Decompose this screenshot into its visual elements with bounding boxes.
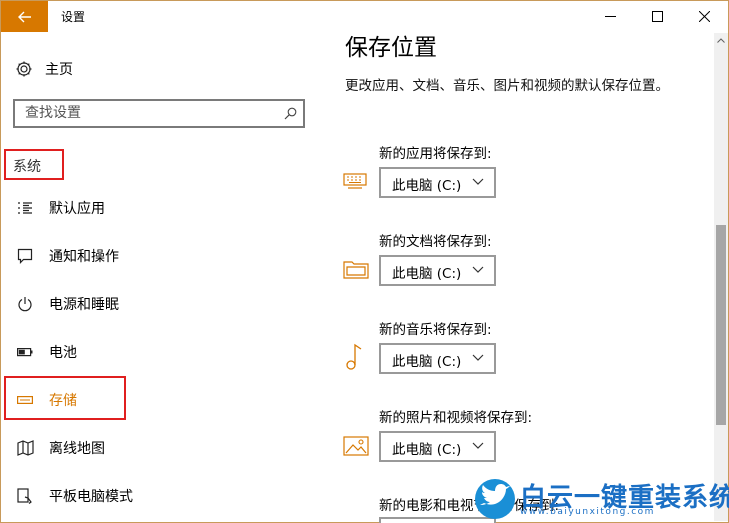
location-label: 新的照片和视频将保存到: [379, 410, 533, 426]
keyboard-icon [343, 173, 367, 189]
chevron-down-icon [472, 442, 484, 449]
watermark: 白云一键重装系统 www.baiyunxitong.com [470, 477, 729, 523]
gear-icon [16, 61, 32, 77]
folder-icon [343, 261, 369, 279]
chevron-down-icon [472, 266, 484, 273]
chevron-down-icon [472, 178, 484, 185]
close-button[interactable] [681, 1, 727, 32]
chevron-up-icon [717, 37, 725, 43]
sidebar-item-label: 默认应用 [49, 201, 105, 217]
sidebar-item-notifications[interactable]: 通知和操作 [15, 244, 119, 268]
power-icon [18, 297, 32, 312]
maximize-icon [651, 11, 663, 22]
apps-location-dropdown[interactable]: 此电脑 (C:) [379, 167, 496, 198]
location-label: 新的音乐将保存到: [379, 322, 492, 338]
maximize-button[interactable] [634, 1, 680, 32]
scroll-up-button[interactable] [714, 33, 728, 47]
dropdown-value: 此电脑 (C:) [392, 266, 462, 282]
notification-icon [17, 248, 33, 264]
minimize-icon [604, 16, 616, 17]
sidebar-item-storage[interactable]: 存储 [15, 388, 77, 412]
sidebar-item-label: 平板电脑模式 [49, 489, 133, 505]
dropdown-value: 此电脑 (C:) [392, 354, 462, 370]
home-nav-item[interactable]: 主页 [15, 58, 73, 80]
minimize-button[interactable] [587, 1, 633, 32]
page-description: 更改应用、文档、音乐、图片和视频的默认保存位置。 [345, 78, 669, 94]
dropdown-value: 此电脑 (C:) [392, 178, 462, 194]
home-label: 主页 [45, 62, 73, 78]
sidebar-item-label: 电源和睡眠 [49, 297, 119, 313]
bird-logo-icon [475, 479, 515, 519]
photos-videos-location-dropdown[interactable]: 此电脑 (C:) [379, 431, 496, 462]
watermark-url: www.baiyunxitong.com [520, 507, 655, 517]
sidebar-item-battery[interactable]: 电池 [15, 340, 77, 364]
default-apps-icon [18, 202, 32, 214]
back-arrow-icon [17, 11, 31, 22]
map-icon [16, 440, 34, 456]
sidebar-item-tablet-mode[interactable]: 平板电脑模式 [15, 484, 133, 508]
sidebar-item-label: 电池 [49, 345, 77, 361]
page-title: 保存位置 [345, 35, 437, 61]
sidebar-item-label: 通知和操作 [49, 249, 119, 265]
dropdown-value: 此电脑 (C:) [392, 442, 462, 458]
location-label: 新的应用将保存到: [379, 146, 492, 162]
location-label: 新的文档将保存到: [379, 234, 492, 250]
sidebar-item-label: 离线地图 [49, 441, 105, 457]
sidebar-item-label: 存储 [49, 393, 77, 409]
search-input[interactable] [25, 105, 265, 121]
window-title: 设置 [61, 10, 86, 24]
close-icon [698, 11, 710, 22]
documents-location-dropdown[interactable]: 此电脑 (C:) [379, 255, 496, 286]
sidebar-item-power[interactable]: 电源和睡眠 [15, 292, 119, 316]
chevron-down-icon [472, 354, 484, 361]
tablet-icon [17, 488, 32, 504]
music-note-icon [346, 343, 362, 370]
sidebar-item-offline-maps[interactable]: 离线地图 [15, 436, 105, 460]
picture-icon [343, 436, 369, 456]
sidebar-item-default-apps[interactable]: 默认应用 [15, 196, 105, 220]
music-location-dropdown[interactable]: 此电脑 (C:) [379, 343, 496, 374]
back-button[interactable] [1, 1, 48, 32]
storage-icon [17, 396, 33, 404]
search-box[interactable] [13, 99, 305, 128]
search-icon [284, 107, 297, 120]
battery-icon [17, 348, 33, 357]
section-heading: 系统 [13, 159, 41, 175]
scrollbar-thumb[interactable] [716, 225, 726, 425]
